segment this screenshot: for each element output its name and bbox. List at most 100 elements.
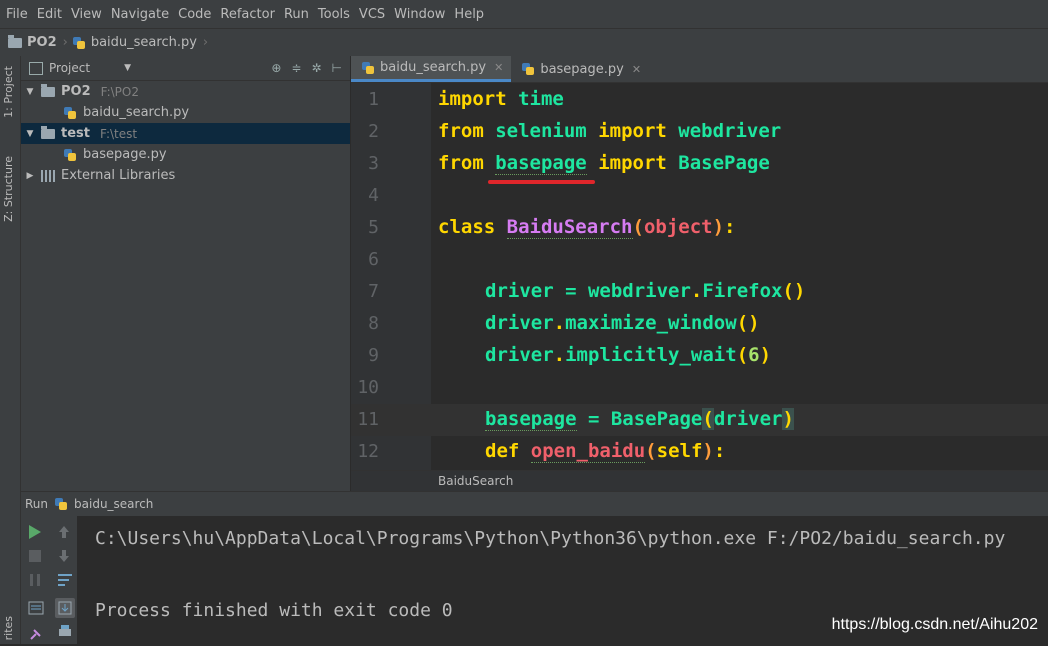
collapse-icon[interactable]: ≑ — [291, 61, 301, 75]
python-file-icon — [63, 106, 77, 120]
menu-view[interactable]: View — [67, 7, 106, 22]
rerun-icon[interactable] — [28, 524, 44, 540]
soft-wrap-icon[interactable] — [57, 572, 73, 588]
tree-item-baidu-search[interactable]: baidu_search.py — [21, 102, 350, 123]
code-token: ) — [712, 216, 725, 238]
line-number: 3 — [368, 153, 379, 174]
menu-tools[interactable]: Tools — [314, 7, 354, 22]
code-token: ( — [632, 216, 644, 238]
expand-arrow-icon[interactable]: ▼ — [25, 87, 35, 97]
editor-tab-bar: baidu_search.py ✕ basepage.py ✕ — [351, 56, 1048, 83]
code-line[interactable]: 8 driver.maximize_window() — [351, 308, 1048, 340]
code-line[interactable]: 6 — [351, 244, 1048, 276]
python-file-icon — [361, 61, 375, 75]
code-token: webdriver — [587, 280, 691, 302]
code-token: . — [553, 312, 566, 334]
locate-icon[interactable]: ⊕ — [271, 61, 281, 75]
code-line[interactable]: 12 def open_baidu(self): — [351, 436, 1048, 468]
code-token: ) — [782, 408, 794, 430]
left-tool-stripe: 1: Project Z: Structure rites — [0, 56, 21, 644]
code-token: driver — [713, 408, 783, 430]
tree-item-test[interactable]: ▼ test F:\test — [21, 123, 350, 144]
folder-icon — [41, 125, 55, 139]
console-command-line: C:\Users\hu\AppData\Local\Programs\Pytho… — [95, 528, 1006, 549]
code-line-current[interactable]: 11 basepage = BasePage(driver) — [351, 404, 1048, 436]
chevron-down-icon[interactable]: ▼ — [124, 63, 131, 73]
nav-crumb-file[interactable]: baidu_search.py — [72, 35, 197, 50]
stop-icon[interactable] — [28, 548, 44, 564]
expand-arrow-icon[interactable]: ▼ — [25, 129, 35, 139]
code-line[interactable]: 4 — [351, 180, 1048, 212]
run-toolbar — [21, 516, 77, 644]
project-panel-header: Project ▼ ⊕ ≑ ✲ ⊢ — [21, 56, 350, 81]
menu-edit[interactable]: Edit — [33, 7, 66, 22]
down-arrow-icon[interactable] — [57, 548, 73, 564]
python-file-icon — [72, 36, 86, 50]
line-number: 9 — [368, 345, 379, 366]
folder-icon — [8, 34, 22, 48]
menu-help[interactable]: Help — [450, 7, 488, 22]
nav-crumb-project[interactable]: PO2 — [0, 34, 57, 50]
up-arrow-icon[interactable] — [57, 524, 73, 540]
gear-icon[interactable]: ✲ — [311, 61, 321, 75]
tab-label: basepage.py — [540, 61, 624, 77]
tree-item-po2[interactable]: ▼ PO2 F:\PO2 — [21, 81, 350, 102]
close-icon[interactable]: ✕ — [632, 63, 641, 76]
menu-refactor[interactable]: Refactor — [216, 7, 279, 22]
tree-item-external-libraries[interactable]: ▶ External Libraries — [21, 165, 350, 186]
tool-tab-structure[interactable]: Z: Structure — [2, 156, 15, 222]
layout-icon[interactable] — [28, 600, 44, 616]
code-line[interactable]: 9 driver.implicitly_wait(6) — [351, 340, 1048, 372]
scroll-to-end-icon[interactable] — [55, 598, 75, 618]
run-config-label[interactable]: baidu_search — [74, 497, 153, 511]
hide-icon[interactable]: ⊢ — [332, 61, 342, 75]
line-number: 6 — [368, 249, 379, 270]
tree-item-label: basepage.py — [83, 147, 167, 162]
code-token: maximize_window — [565, 312, 737, 334]
menu-vcs[interactable]: VCS — [355, 7, 389, 22]
code-token: from — [438, 152, 484, 174]
editor-breadcrumb[interactable]: BaiduSearch — [351, 470, 1048, 491]
collapse-arrow-icon[interactable]: ▶ — [25, 171, 35, 181]
python-file-icon — [54, 497, 68, 511]
pin-icon[interactable] — [28, 626, 44, 642]
code-token: : — [724, 216, 736, 238]
code-line[interactable]: 2 from selenium import webdriver — [351, 116, 1048, 148]
code-token: () — [736, 312, 760, 334]
tool-tab-project[interactable]: 1: Project — [2, 66, 15, 118]
code-token: : — [713, 440, 726, 462]
menu-window[interactable]: Window — [390, 7, 449, 22]
code-line[interactable]: 5 class BaiduSearch(object): — [351, 212, 1048, 244]
tab-baidu-search[interactable]: baidu_search.py ✕ — [351, 56, 512, 82]
tree-item-path: F:\test — [99, 126, 138, 141]
annotation-underline — [488, 180, 595, 184]
tab-basepage[interactable]: basepage.py ✕ — [511, 56, 649, 82]
close-icon[interactable]: ✕ — [494, 61, 503, 74]
code-token: implicitly_wait — [565, 344, 737, 366]
line-number: 7 — [368, 281, 379, 302]
project-view-selector[interactable]: Project — [49, 61, 90, 75]
nav-file-label: baidu_search.py — [90, 35, 197, 50]
line-number: 10 — [357, 377, 379, 398]
code-line[interactable]: 1 import time — [351, 84, 1048, 116]
code-line[interactable]: 10 — [351, 372, 1048, 404]
code-token: open_baidu — [530, 440, 646, 463]
code-token: = — [553, 280, 588, 302]
print-icon[interactable] — [57, 624, 73, 640]
tree-item-path: F:\PO2 — [100, 84, 139, 99]
tool-tab-favorites[interactable]: rites — [2, 616, 15, 640]
line-number: 4 — [368, 185, 379, 206]
code-line[interactable]: 3 from basepage import BasePage — [351, 148, 1048, 180]
run-panel-header: Run baidu_search — [21, 491, 1048, 516]
code-line[interactable]: 7 driver = webdriver.Firefox() — [351, 276, 1048, 308]
tree-item-basepage[interactable]: basepage.py — [21, 144, 350, 165]
menu-file[interactable]: File — [2, 7, 32, 22]
tree-item-label: baidu_search.py — [83, 105, 190, 120]
menu-navigate[interactable]: Navigate — [107, 7, 173, 22]
pause-icon[interactable] — [28, 572, 44, 588]
nav-project-label: PO2 — [27, 35, 57, 50]
line-number: 11 — [357, 409, 379, 430]
menu-run[interactable]: Run — [280, 7, 313, 22]
menu-code[interactable]: Code — [174, 7, 215, 22]
code-editor[interactable]: 1 import time 2 from selenium import web… — [351, 83, 1048, 470]
